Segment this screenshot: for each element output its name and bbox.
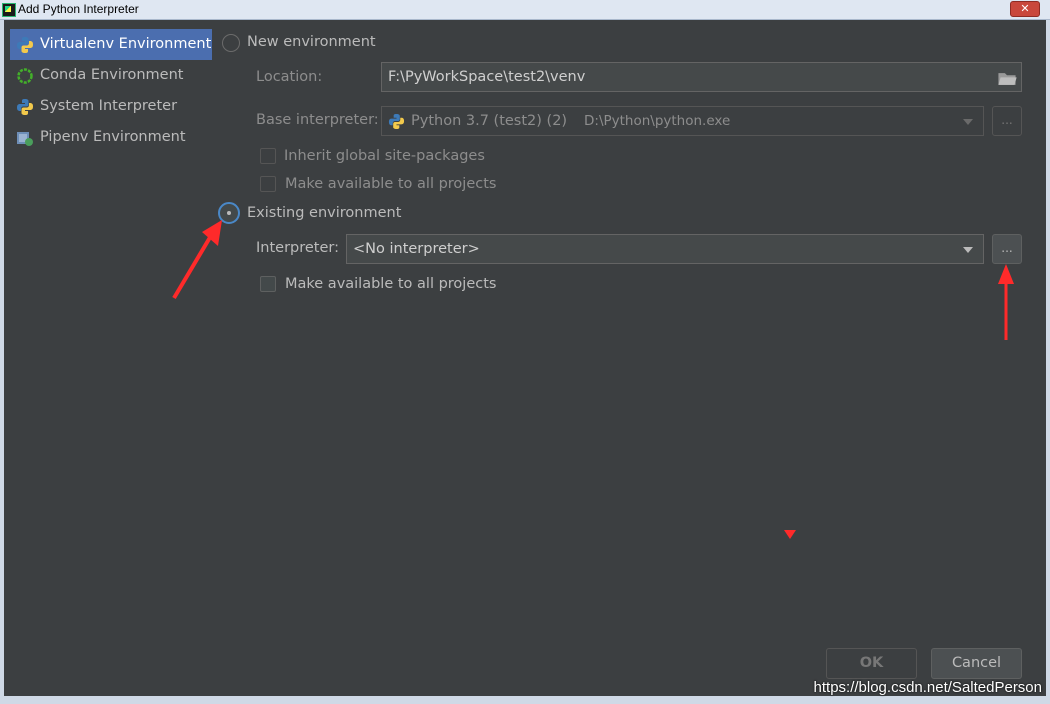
new-env-make-available-label: Make available to all projects — [285, 176, 497, 192]
sidebar-item-virtualenv[interactable]: Virtualenv Environment — [10, 29, 212, 60]
sidebar-item-label: Pipenv Environment — [40, 129, 186, 145]
base-interpreter-dropdown[interactable]: Python 3.7 (test2) (2) D:\Python\python.… — [381, 106, 984, 136]
ok-button[interactable]: OK — [826, 648, 917, 679]
new-env-make-available-checkbox[interactable] — [260, 176, 276, 192]
sidebar-item-label: System Interpreter — [40, 98, 178, 114]
location-value: F:\PyWorkSpace\test2\venv — [388, 69, 586, 85]
chevron-down-icon — [963, 119, 973, 125]
inherit-site-packages-label: Inherit global site-packages — [284, 148, 485, 164]
interpreter-label: Interpreter: — [256, 240, 339, 256]
sidebar-item-pipenv[interactable]: Pipenv Environment — [10, 122, 212, 153]
close-button[interactable]: ✕ — [1010, 1, 1040, 17]
new-environment-label: New environment — [247, 34, 376, 50]
base-interpreter-browse-button[interactable]: ... — [992, 106, 1022, 136]
pycharm-icon — [2, 3, 16, 17]
window-frame-right — [1046, 20, 1050, 704]
existing-env-make-available-label: Make available to all projects — [285, 276, 497, 292]
sidebar-item-conda[interactable]: Conda Environment — [10, 60, 212, 91]
sidebar-item-system-interpreter[interactable]: System Interpreter — [10, 91, 212, 122]
watermark: https://blog.csdn.net/SaltedPerson — [813, 679, 1042, 696]
location-field[interactable]: F:\PyWorkSpace\test2\venv — [381, 62, 1022, 92]
sidebar-item-label: Virtualenv Environment — [40, 36, 212, 52]
base-interpreter-label: Base interpreter: — [256, 112, 379, 128]
annotation-arrow-to-browse — [998, 264, 1014, 340]
window-title: Add Python Interpreter — [18, 2, 139, 16]
environment-type-list: Virtualenv Environment Conda Environment… — [10, 29, 212, 153]
chevron-down-icon — [963, 247, 973, 253]
existing-env-make-available-checkbox[interactable] — [260, 276, 276, 292]
cancel-button[interactable]: Cancel — [931, 648, 1022, 679]
inherit-site-packages-checkbox[interactable] — [260, 148, 276, 164]
interpreter-value: <No interpreter> — [353, 241, 480, 257]
location-label: Location: — [256, 69, 323, 85]
pipenv-icon — [17, 132, 33, 146]
title-bar: Add Python Interpreter ✕ — [0, 0, 1050, 20]
annotation-arrow-to-radio — [172, 220, 222, 300]
interpreter-dropdown[interactable]: <No interpreter> — [346, 234, 984, 264]
annotation-marker — [784, 530, 796, 539]
sidebar-item-label: Conda Environment — [40, 67, 184, 83]
new-environment-radio[interactable] — [222, 34, 240, 52]
interpreter-browse-button[interactable]: ... — [992, 234, 1022, 264]
base-interpreter-value: Python 3.7 (test2) (2) — [411, 113, 568, 129]
python-icon — [17, 99, 33, 115]
conda-icon — [17, 68, 33, 84]
python-icon — [388, 113, 405, 130]
existing-environment-label: Existing environment — [247, 205, 402, 221]
window-frame-left — [0, 20, 4, 704]
window-frame-bottom — [0, 696, 1050, 704]
python-icon — [17, 37, 33, 53]
base-interpreter-path: D:\Python\python.exe — [584, 113, 731, 129]
folder-icon[interactable] — [997, 71, 1017, 86]
